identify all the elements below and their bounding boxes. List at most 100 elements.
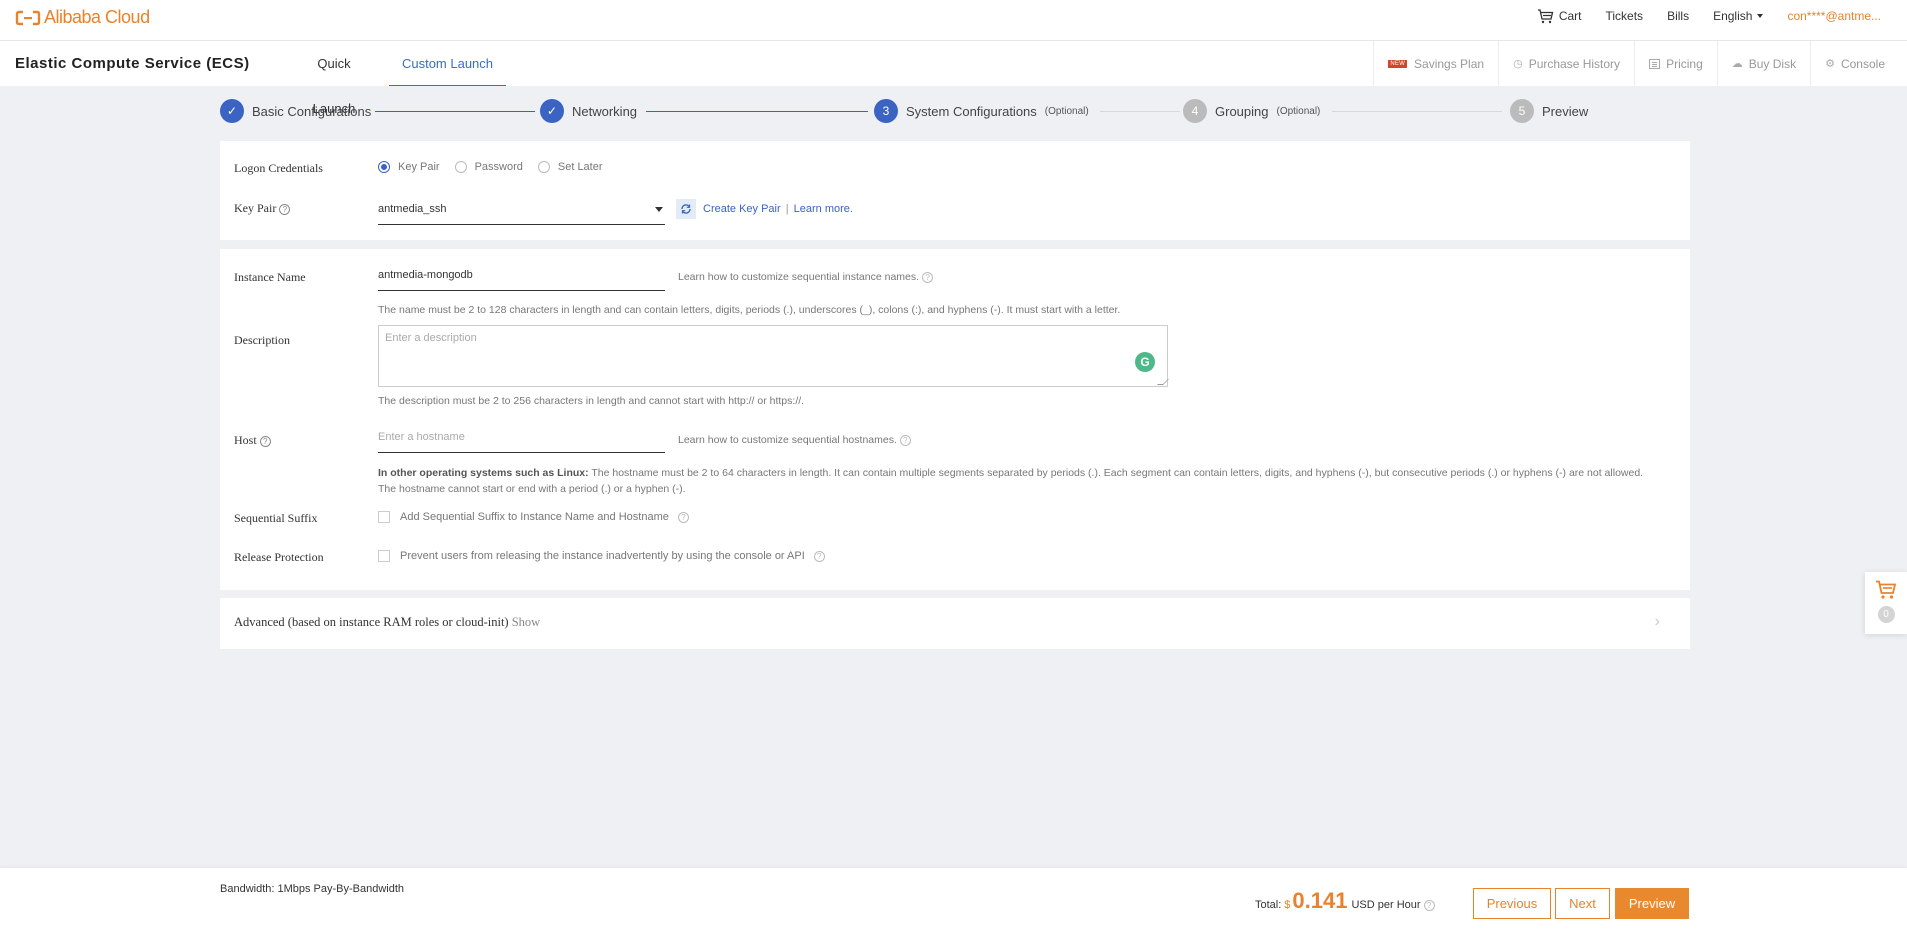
release-protection-option[interactable]: Prevent users from releasing the instanc… — [378, 550, 825, 562]
release-protection-text: Prevent users from releasing the instanc… — [400, 550, 805, 562]
advanced-show-toggle[interactable]: Show — [512, 615, 540, 629]
chevron-right-icon[interactable]: › — [1655, 613, 1660, 631]
host-rule-bold: In other operating systems such as Linux… — [378, 467, 589, 479]
help-icon[interactable]: ? — [279, 203, 291, 215]
console-link[interactable]: ⚙ Console — [1810, 41, 1907, 86]
host-rule: In other operating systems such as Linux… — [378, 465, 1678, 497]
step-connector — [1100, 111, 1180, 112]
instance-name-input[interactable]: antmedia-mongodb — [378, 263, 665, 291]
host-help-link[interactable]: Learn how to customize sequential hostna… — [678, 434, 897, 446]
tab-quick-launch[interactable]: Quick Launch — [296, 41, 372, 116]
check-icon: ✓ — [540, 99, 564, 123]
radio-button[interactable] — [537, 161, 550, 173]
bills-label: Bills — [1667, 9, 1690, 23]
tab-custom-launch[interactable]: Custom Launch — [389, 41, 506, 86]
advanced-panel[interactable]: Advanced (based on instance RAM roles or… — [220, 598, 1690, 649]
gear-icon: ⚙ — [1825, 58, 1835, 70]
purchase-history-link[interactable]: ◷ Purchase History — [1498, 41, 1634, 86]
instance-name-rule: The name must be 2 to 128 characters in … — [378, 304, 1121, 316]
key-pair-actions: Create Key Pair | Learn more. — [703, 203, 853, 215]
check-icon: ✓ — [220, 99, 244, 123]
help-icon[interactable]: ? — [813, 550, 825, 562]
logon-credentials-panel: Logon Credentials Key Pair Password Set … — [220, 141, 1690, 240]
radio-label: Key Pair — [398, 161, 440, 173]
floating-cart-button[interactable]: 0 — [1865, 572, 1907, 634]
description-rule: The description must be 2 to 256 charact… — [378, 395, 805, 407]
logo-text: Alibaba Cloud — [44, 7, 150, 27]
radio-button[interactable] — [454, 161, 467, 173]
step-label: Basic Configurations — [252, 103, 372, 119]
pricing-label: Pricing — [1666, 56, 1703, 71]
alibaba-logo-icon — [15, 10, 41, 25]
cart-link[interactable]: Cart — [1537, 8, 1582, 24]
instance-name-help: Learn how to customize sequential instan… — [678, 271, 934, 283]
help-icon[interactable]: ? — [899, 434, 911, 446]
release-protection-checkbox[interactable] — [378, 550, 390, 562]
advanced-label: Advanced (based on instance RAM roles or… — [234, 615, 540, 630]
help-icon[interactable]: ? — [922, 271, 934, 283]
radio-set-later[interactable]: Set Later — [537, 161, 603, 173]
key-pair-select[interactable]: antmedia_ssh — [378, 201, 665, 225]
description-label: Description — [234, 333, 290, 347]
previous-button[interactable]: Previous — [1473, 888, 1551, 919]
help-icon[interactable]: ? — [259, 435, 271, 447]
step-label: Preview — [1542, 103, 1589, 119]
pricing-link[interactable]: Pricing — [1634, 41, 1717, 86]
key-pair-label: Key Pair? — [234, 201, 291, 216]
step-networking[interactable]: ✓ Networking — [540, 99, 637, 123]
savings-plan-link[interactable]: NEW Savings Plan — [1373, 41, 1498, 86]
top-nav: Cart Tickets Bills English con****@antme… — [1537, 0, 1907, 32]
create-key-pair-link[interactable]: Create Key Pair — [703, 203, 781, 215]
total-price: Total: $ 0.141 USD per Hour ? — [1255, 888, 1435, 914]
grammarly-icon[interactable]: G — [1135, 352, 1155, 372]
product-title: Elastic Compute Service (ECS) — [15, 55, 250, 72]
description-textarea[interactable]: Enter a description G — [378, 325, 1169, 387]
host-input[interactable]: Enter a hostname — [378, 425, 665, 453]
top-bar: Alibaba Cloud Cart Tickets Bills English… — [0, 0, 1907, 41]
refresh-button[interactable] — [676, 199, 696, 219]
radio-button[interactable] — [378, 161, 390, 173]
caret-down-icon — [655, 207, 663, 212]
wizard-steps: ✓ Basic Configurations ✓ Networking 3 Sy… — [220, 99, 1690, 123]
step-grouping[interactable]: 4 Grouping (Optional) — [1183, 99, 1320, 123]
step-number: 3 — [874, 99, 898, 123]
preview-button[interactable]: Preview — [1615, 888, 1689, 919]
radio-key-pair[interactable]: Key Pair — [378, 161, 440, 173]
instance-name-label: Instance Name — [234, 270, 306, 284]
step-connector — [646, 111, 868, 112]
next-button[interactable]: Next — [1555, 888, 1610, 919]
step-number: 4 — [1183, 99, 1207, 123]
help-icon[interactable]: ? — [1423, 900, 1435, 911]
console-label: Console — [1840, 56, 1885, 71]
radio-label: Password — [474, 161, 523, 173]
host-help: Learn how to customize sequential hostna… — [678, 434, 911, 446]
step-system-configurations[interactable]: 3 System Configurations (Optional) — [874, 99, 1089, 123]
logon-credentials-radio-group: Key Pair Password Set Later — [378, 161, 618, 173]
advanced-label-text: Advanced (based on instance RAM roles or… — [234, 615, 509, 629]
bills-link[interactable]: Bills — [1667, 9, 1689, 23]
sequential-suffix-checkbox[interactable] — [378, 511, 390, 523]
step-basic-configurations[interactable]: ✓ Basic Configurations — [220, 99, 371, 123]
currency-symbol: $ — [1284, 899, 1291, 911]
language-dropdown[interactable]: English — [1713, 9, 1764, 23]
new-badge: NEW — [1388, 59, 1408, 68]
buy-disk-link[interactable]: ☁ Buy Disk — [1716, 41, 1810, 86]
user-account-menu[interactable]: con****@antme... — [1787, 9, 1881, 23]
radio-password[interactable]: Password — [454, 161, 523, 173]
step-label: Grouping — [1215, 103, 1269, 119]
alibaba-cloud-logo[interactable]: Alibaba Cloud — [15, 7, 150, 28]
buy-disk-label: Buy Disk — [1748, 56, 1797, 71]
price-unit: USD per Hour — [1351, 899, 1421, 911]
cart-count-badge: 0 — [1877, 606, 1895, 623]
host-label: Host? — [234, 433, 271, 448]
sequential-suffix-label: Sequential Suffix — [234, 511, 318, 525]
sequential-suffix-option[interactable]: Add Sequential Suffix to Instance Name a… — [378, 511, 689, 523]
resize-handle[interactable] — [1157, 379, 1169, 385]
tickets-link[interactable]: Tickets — [1606, 9, 1644, 23]
instance-name-help-link[interactable]: Learn how to customize sequential instan… — [678, 271, 919, 283]
step-preview[interactable]: 5 Preview — [1510, 99, 1588, 123]
product-links: NEW Savings Plan ◷ Purchase History Pric… — [1373, 41, 1907, 86]
learn-more-link[interactable]: Learn more. — [794, 203, 853, 215]
help-icon[interactable]: ? — [677, 511, 689, 523]
step-optional: (Optional) — [1276, 105, 1321, 117]
